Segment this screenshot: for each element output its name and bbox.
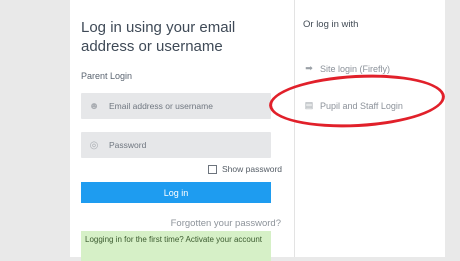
email-field[interactable]: ☻ Email address or username: [81, 93, 271, 119]
lock-icon: ◎: [89, 139, 99, 151]
sso-panel: Or log in with ➡ Site login (Firefly) ▤ …: [303, 0, 443, 257]
user-icon: ☻: [88, 100, 100, 112]
show-password-checkbox[interactable]: [208, 164, 217, 174]
email-placeholder: Email address or username: [109, 101, 213, 111]
column-divider: [294, 0, 295, 257]
site-login-firefly-link[interactable]: ➡ Site login (Firefly): [303, 63, 390, 74]
login-button[interactable]: Log in: [81, 182, 271, 203]
login-card: Log in using your email address or usern…: [70, 0, 445, 261]
or-login-heading: Or log in with: [303, 19, 359, 30]
forgot-password-link[interactable]: Forgotten your password?: [171, 218, 281, 229]
show-password-label: Show password: [222, 164, 283, 174]
site-login-label: Site login (Firefly): [320, 63, 391, 74]
password-placeholder: Password: [109, 140, 147, 150]
parent-login-label: Parent Login: [81, 71, 133, 81]
show-password-toggle[interactable]: Show password: [208, 164, 282, 174]
sign-in-icon: ➡: [305, 63, 313, 73]
password-field[interactable]: ◎ Password: [81, 132, 271, 158]
login-title: Log in using your email address or usern…: [81, 19, 236, 55]
